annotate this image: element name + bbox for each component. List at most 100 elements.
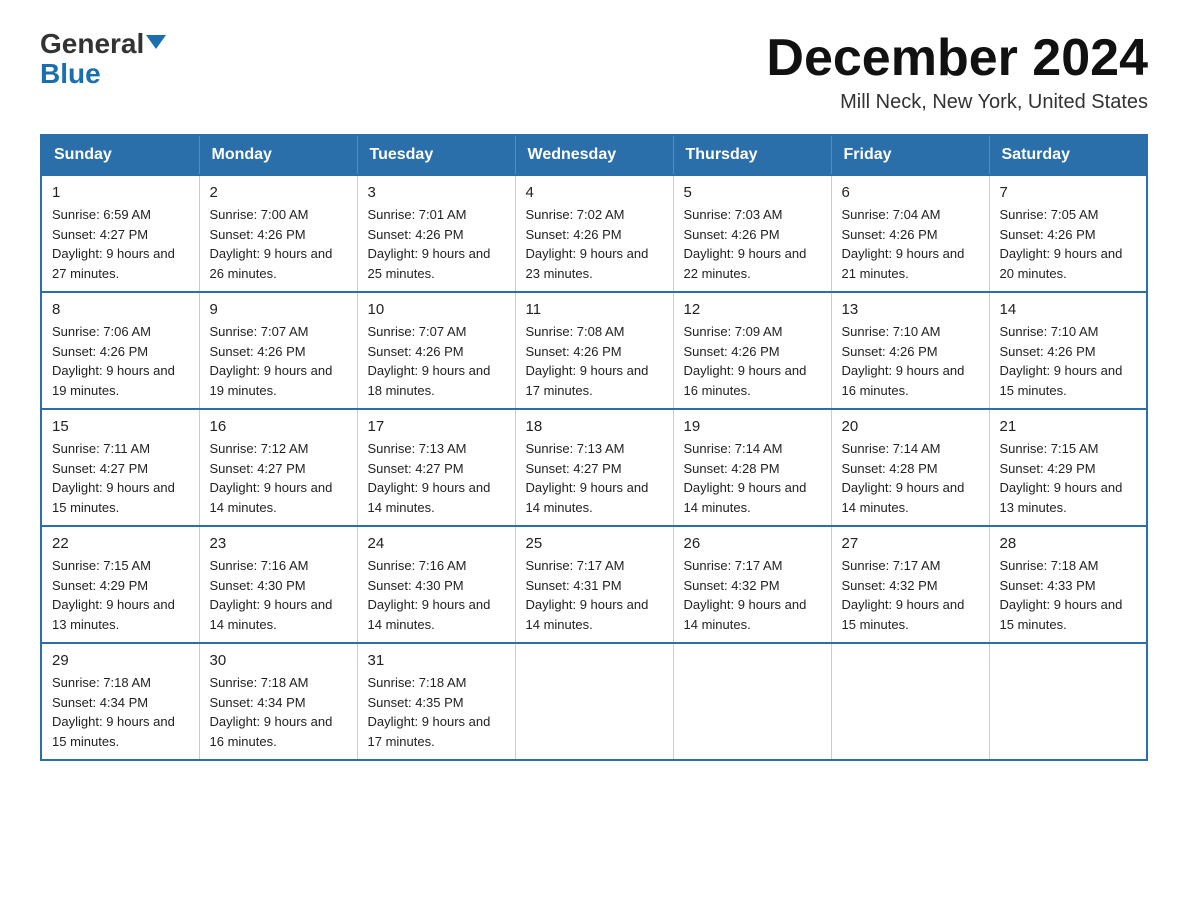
sunrise-label: Sunrise: 7:14 AM	[842, 441, 941, 456]
logo-blue: Blue	[40, 60, 101, 88]
daylight-label: Daylight: 9 hours and 15 minutes.	[1000, 597, 1123, 632]
calendar-day-cell	[831, 643, 989, 760]
day-info: Sunrise: 7:18 AM Sunset: 4:34 PM Dayligh…	[52, 673, 189, 751]
sunrise-label: Sunrise: 7:08 AM	[526, 324, 625, 339]
daylight-label: Daylight: 9 hours and 16 minutes.	[684, 363, 807, 398]
daylight-label: Daylight: 9 hours and 14 minutes.	[210, 597, 333, 632]
day-info: Sunrise: 7:15 AM Sunset: 4:29 PM Dayligh…	[1000, 439, 1137, 517]
calendar-week-row: 22 Sunrise: 7:15 AM Sunset: 4:29 PM Dayl…	[41, 526, 1147, 643]
calendar-body: 1 Sunrise: 6:59 AM Sunset: 4:27 PM Dayli…	[41, 175, 1147, 760]
daylight-label: Daylight: 9 hours and 13 minutes.	[1000, 480, 1123, 515]
sunset-label: Sunset: 4:33 PM	[1000, 578, 1096, 593]
month-title: December 2024	[766, 30, 1148, 87]
day-number: 3	[368, 184, 505, 201]
day-number: 28	[1000, 535, 1137, 552]
calendar-day-cell: 11 Sunrise: 7:08 AM Sunset: 4:26 PM Dayl…	[515, 292, 673, 409]
daylight-label: Daylight: 9 hours and 14 minutes.	[684, 597, 807, 632]
day-info: Sunrise: 7:16 AM Sunset: 4:30 PM Dayligh…	[368, 556, 505, 634]
sunrise-label: Sunrise: 7:06 AM	[52, 324, 151, 339]
calendar-day-cell: 7 Sunrise: 7:05 AM Sunset: 4:26 PM Dayli…	[989, 175, 1147, 292]
daylight-label: Daylight: 9 hours and 15 minutes.	[842, 597, 965, 632]
sunset-label: Sunset: 4:29 PM	[52, 578, 148, 593]
sunset-label: Sunset: 4:26 PM	[368, 227, 464, 242]
sunset-label: Sunset: 4:27 PM	[52, 227, 148, 242]
sunset-label: Sunset: 4:26 PM	[684, 344, 780, 359]
sunrise-label: Sunrise: 7:18 AM	[210, 675, 309, 690]
day-number: 22	[52, 535, 189, 552]
sunset-label: Sunset: 4:32 PM	[684, 578, 780, 593]
sunset-label: Sunset: 4:31 PM	[526, 578, 622, 593]
sunrise-label: Sunrise: 7:13 AM	[368, 441, 467, 456]
day-number: 16	[210, 418, 347, 435]
day-number: 12	[684, 301, 821, 318]
daylight-label: Daylight: 9 hours and 27 minutes.	[52, 246, 175, 281]
day-number: 2	[210, 184, 347, 201]
sunset-label: Sunset: 4:30 PM	[368, 578, 464, 593]
calendar-day-cell: 19 Sunrise: 7:14 AM Sunset: 4:28 PM Dayl…	[673, 409, 831, 526]
daylight-label: Daylight: 9 hours and 14 minutes.	[526, 480, 649, 515]
day-number: 26	[684, 535, 821, 552]
daylight-label: Daylight: 9 hours and 14 minutes.	[368, 480, 491, 515]
calendar-day-cell: 27 Sunrise: 7:17 AM Sunset: 4:32 PM Dayl…	[831, 526, 989, 643]
sunrise-label: Sunrise: 7:18 AM	[52, 675, 151, 690]
daylight-label: Daylight: 9 hours and 14 minutes.	[526, 597, 649, 632]
day-info: Sunrise: 7:11 AM Sunset: 4:27 PM Dayligh…	[52, 439, 189, 517]
day-info: Sunrise: 7:06 AM Sunset: 4:26 PM Dayligh…	[52, 322, 189, 400]
daylight-label: Daylight: 9 hours and 18 minutes.	[368, 363, 491, 398]
daylight-label: Daylight: 9 hours and 26 minutes.	[210, 246, 333, 281]
daylight-label: Daylight: 9 hours and 13 minutes.	[52, 597, 175, 632]
calendar-day-cell: 12 Sunrise: 7:09 AM Sunset: 4:26 PM Dayl…	[673, 292, 831, 409]
sunrise-label: Sunrise: 7:17 AM	[526, 558, 625, 573]
sunrise-label: Sunrise: 7:01 AM	[368, 207, 467, 222]
calendar-day-cell: 23 Sunrise: 7:16 AM Sunset: 4:30 PM Dayl…	[199, 526, 357, 643]
day-number: 14	[1000, 301, 1137, 318]
sunrise-label: Sunrise: 7:18 AM	[368, 675, 467, 690]
calendar-day-cell: 16 Sunrise: 7:12 AM Sunset: 4:27 PM Dayl…	[199, 409, 357, 526]
sunrise-label: Sunrise: 7:07 AM	[210, 324, 309, 339]
sunset-label: Sunset: 4:29 PM	[1000, 461, 1096, 476]
day-info: Sunrise: 7:12 AM Sunset: 4:27 PM Dayligh…	[210, 439, 347, 517]
sunset-label: Sunset: 4:26 PM	[842, 227, 938, 242]
calendar-day-cell: 13 Sunrise: 7:10 AM Sunset: 4:26 PM Dayl…	[831, 292, 989, 409]
day-info: Sunrise: 7:01 AM Sunset: 4:26 PM Dayligh…	[368, 205, 505, 283]
title-section: December 2024 Mill Neck, New York, Unite…	[766, 30, 1148, 114]
sunset-label: Sunset: 4:34 PM	[210, 695, 306, 710]
page-header: General Blue December 2024 Mill Neck, Ne…	[40, 30, 1148, 114]
calendar-day-cell: 1 Sunrise: 6:59 AM Sunset: 4:27 PM Dayli…	[41, 175, 199, 292]
day-info: Sunrise: 7:08 AM Sunset: 4:26 PM Dayligh…	[526, 322, 663, 400]
calendar-day-cell: 2 Sunrise: 7:00 AM Sunset: 4:26 PM Dayli…	[199, 175, 357, 292]
day-number: 17	[368, 418, 505, 435]
sunset-label: Sunset: 4:28 PM	[842, 461, 938, 476]
calendar-day-cell	[989, 643, 1147, 760]
calendar-week-row: 8 Sunrise: 7:06 AM Sunset: 4:26 PM Dayli…	[41, 292, 1147, 409]
calendar-week-row: 1 Sunrise: 6:59 AM Sunset: 4:27 PM Dayli…	[41, 175, 1147, 292]
days-of-week-row: Sunday Monday Tuesday Wednesday Thursday…	[41, 135, 1147, 175]
sunrise-label: Sunrise: 7:13 AM	[526, 441, 625, 456]
day-number: 23	[210, 535, 347, 552]
day-number: 30	[210, 652, 347, 669]
header-friday: Friday	[831, 135, 989, 175]
day-info: Sunrise: 7:02 AM Sunset: 4:26 PM Dayligh…	[526, 205, 663, 283]
day-info: Sunrise: 7:00 AM Sunset: 4:26 PM Dayligh…	[210, 205, 347, 283]
sunset-label: Sunset: 4:32 PM	[842, 578, 938, 593]
calendar-day-cell: 21 Sunrise: 7:15 AM Sunset: 4:29 PM Dayl…	[989, 409, 1147, 526]
sunset-label: Sunset: 4:26 PM	[526, 227, 622, 242]
sunrise-label: Sunrise: 7:02 AM	[526, 207, 625, 222]
sunset-label: Sunset: 4:26 PM	[210, 227, 306, 242]
day-info: Sunrise: 7:10 AM Sunset: 4:26 PM Dayligh…	[842, 322, 979, 400]
calendar-day-cell: 22 Sunrise: 7:15 AM Sunset: 4:29 PM Dayl…	[41, 526, 199, 643]
calendar-day-cell: 24 Sunrise: 7:16 AM Sunset: 4:30 PM Dayl…	[357, 526, 515, 643]
logo-general: General	[40, 28, 144, 59]
day-number: 4	[526, 184, 663, 201]
calendar-day-cell: 28 Sunrise: 7:18 AM Sunset: 4:33 PM Dayl…	[989, 526, 1147, 643]
header-sunday: Sunday	[41, 135, 199, 175]
logo-arrow-icon	[146, 35, 166, 49]
day-number: 25	[526, 535, 663, 552]
calendar-day-cell: 31 Sunrise: 7:18 AM Sunset: 4:35 PM Dayl…	[357, 643, 515, 760]
sunrise-label: Sunrise: 7:11 AM	[52, 441, 150, 456]
sunset-label: Sunset: 4:26 PM	[1000, 227, 1096, 242]
daylight-label: Daylight: 9 hours and 15 minutes.	[52, 480, 175, 515]
calendar-week-row: 29 Sunrise: 7:18 AM Sunset: 4:34 PM Dayl…	[41, 643, 1147, 760]
calendar-header: Sunday Monday Tuesday Wednesday Thursday…	[41, 135, 1147, 175]
header-monday: Monday	[199, 135, 357, 175]
